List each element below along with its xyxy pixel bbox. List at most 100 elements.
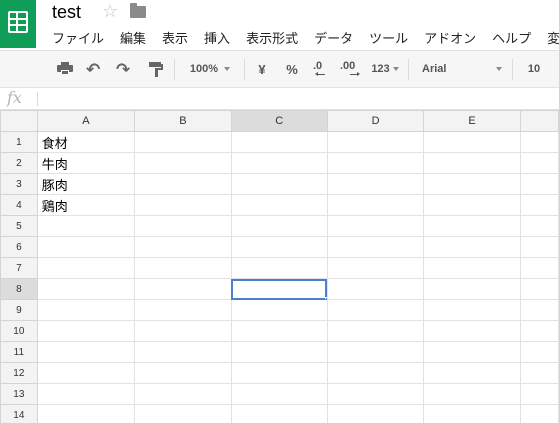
column-header-c[interactable]: C	[230, 110, 328, 132]
cell-c14[interactable]	[230, 404, 328, 423]
increase-decimal-button[interactable]: .00	[340, 60, 362, 78]
cell-f10[interactable]	[519, 320, 559, 342]
cell-b10[interactable]	[134, 320, 232, 342]
column-header-a[interactable]: A	[36, 110, 136, 132]
cell-d9[interactable]	[326, 299, 425, 321]
cell-e12[interactable]	[423, 362, 521, 384]
font-size-select[interactable]: 10	[524, 51, 544, 87]
star-icon[interactable]: ☆	[102, 1, 118, 22]
row-header[interactable]: 1	[0, 131, 38, 153]
cell-d4[interactable]	[326, 194, 425, 216]
document-title[interactable]: test	[52, 2, 81, 23]
cell-a6[interactable]	[36, 236, 136, 258]
menu-format[interactable]: 表示形式	[246, 28, 298, 46]
cell-c3[interactable]	[230, 173, 328, 195]
cell-c7[interactable]	[230, 257, 328, 279]
cell-d11[interactable]	[326, 341, 425, 363]
row-header[interactable]: 2	[0, 152, 38, 174]
row-header[interactable]: 12	[0, 362, 38, 384]
cell-a2[interactable]: 牛肉	[36, 152, 136, 174]
zoom-select[interactable]: 100%	[180, 51, 240, 87]
cell-d3[interactable]	[326, 173, 425, 195]
cell-e9[interactable]	[423, 299, 521, 321]
column-header-e[interactable]: E	[423, 110, 521, 132]
cell-e3[interactable]	[423, 173, 521, 195]
cell-d6[interactable]	[326, 236, 425, 258]
cell-e11[interactable]	[423, 341, 521, 363]
cell-a13[interactable]	[36, 383, 136, 405]
cell-e8[interactable]	[423, 278, 521, 300]
cell-f5[interactable]	[519, 215, 559, 237]
cell-b7[interactable]	[134, 257, 232, 279]
cell-b11[interactable]	[134, 341, 232, 363]
cell-c8[interactable]	[230, 278, 328, 300]
column-header-d[interactable]: D	[326, 110, 425, 132]
cell-b5[interactable]	[134, 215, 232, 237]
menu-data[interactable]: データ	[314, 28, 353, 46]
cell-a8[interactable]	[36, 278, 136, 300]
cell-b4[interactable]	[134, 194, 232, 216]
row-header[interactable]: 5	[0, 215, 38, 237]
cell-c12[interactable]	[230, 362, 328, 384]
menu-truncated[interactable]: 変	[547, 28, 559, 46]
decrease-decimal-button[interactable]: .0	[313, 60, 329, 78]
cell-f6[interactable]	[519, 236, 559, 258]
print-icon[interactable]	[57, 62, 73, 75]
cell-a7[interactable]	[36, 257, 136, 279]
redo-icon[interactable]: ↷	[116, 60, 130, 80]
more-formats-select[interactable]: 123	[366, 51, 404, 87]
cell-d8[interactable]	[326, 278, 425, 300]
cell-d14[interactable]	[326, 404, 425, 423]
cell-a4[interactable]: 鶏肉	[36, 194, 136, 216]
menu-addons[interactable]: アドオン	[424, 28, 476, 46]
cell-e7[interactable]	[423, 257, 521, 279]
fill-handle[interactable]	[324, 297, 327, 299]
menu-file[interactable]: ファイル	[52, 28, 104, 46]
cell-d2[interactable]	[326, 152, 425, 174]
cell-a3[interactable]: 豚肉	[36, 173, 136, 195]
row-header[interactable]: 10	[0, 320, 38, 342]
cell-d1[interactable]	[326, 131, 425, 153]
sheets-logo-icon[interactable]	[0, 0, 36, 48]
cell-f14[interactable]	[519, 404, 559, 423]
cell-a12[interactable]	[36, 362, 136, 384]
cell-d12[interactable]	[326, 362, 425, 384]
row-header[interactable]: 3	[0, 173, 38, 195]
cell-e6[interactable]	[423, 236, 521, 258]
cell-f4[interactable]	[519, 194, 559, 216]
column-header-b[interactable]: B	[134, 110, 232, 132]
cell-d7[interactable]	[326, 257, 425, 279]
cell-f13[interactable]	[519, 383, 559, 405]
menu-tools[interactable]: ツール	[369, 28, 408, 46]
cell-c9[interactable]	[230, 299, 328, 321]
cell-c4[interactable]	[230, 194, 328, 216]
cell-c1[interactable]	[230, 131, 328, 153]
row-header[interactable]: 9	[0, 299, 38, 321]
menu-insert[interactable]: 挿入	[204, 28, 230, 46]
cell-e10[interactable]	[423, 320, 521, 342]
cell-c11[interactable]	[230, 341, 328, 363]
menu-help[interactable]: ヘルプ	[492, 28, 531, 46]
cell-e4[interactable]	[423, 194, 521, 216]
cell-b12[interactable]	[134, 362, 232, 384]
row-header[interactable]: 14	[0, 404, 38, 423]
cell-d5[interactable]	[326, 215, 425, 237]
cell-e2[interactable]	[423, 152, 521, 174]
cell-f3[interactable]	[519, 173, 559, 195]
paint-format-icon[interactable]	[149, 62, 163, 77]
cell-b13[interactable]	[134, 383, 232, 405]
row-header[interactable]: 4	[0, 194, 38, 216]
cell-b1[interactable]	[134, 131, 232, 153]
cell-d13[interactable]	[326, 383, 425, 405]
folder-icon[interactable]	[130, 3, 146, 18]
cell-c10[interactable]	[230, 320, 328, 342]
cell-a11[interactable]	[36, 341, 136, 363]
cell-b2[interactable]	[134, 152, 232, 174]
cell-f11[interactable]	[519, 341, 559, 363]
cell-b6[interactable]	[134, 236, 232, 258]
row-header[interactable]: 7	[0, 257, 38, 279]
percent-button[interactable]: %	[283, 51, 301, 87]
cell-c13[interactable]	[230, 383, 328, 405]
cell-c5[interactable]	[230, 215, 328, 237]
row-header[interactable]: 8	[0, 278, 38, 300]
